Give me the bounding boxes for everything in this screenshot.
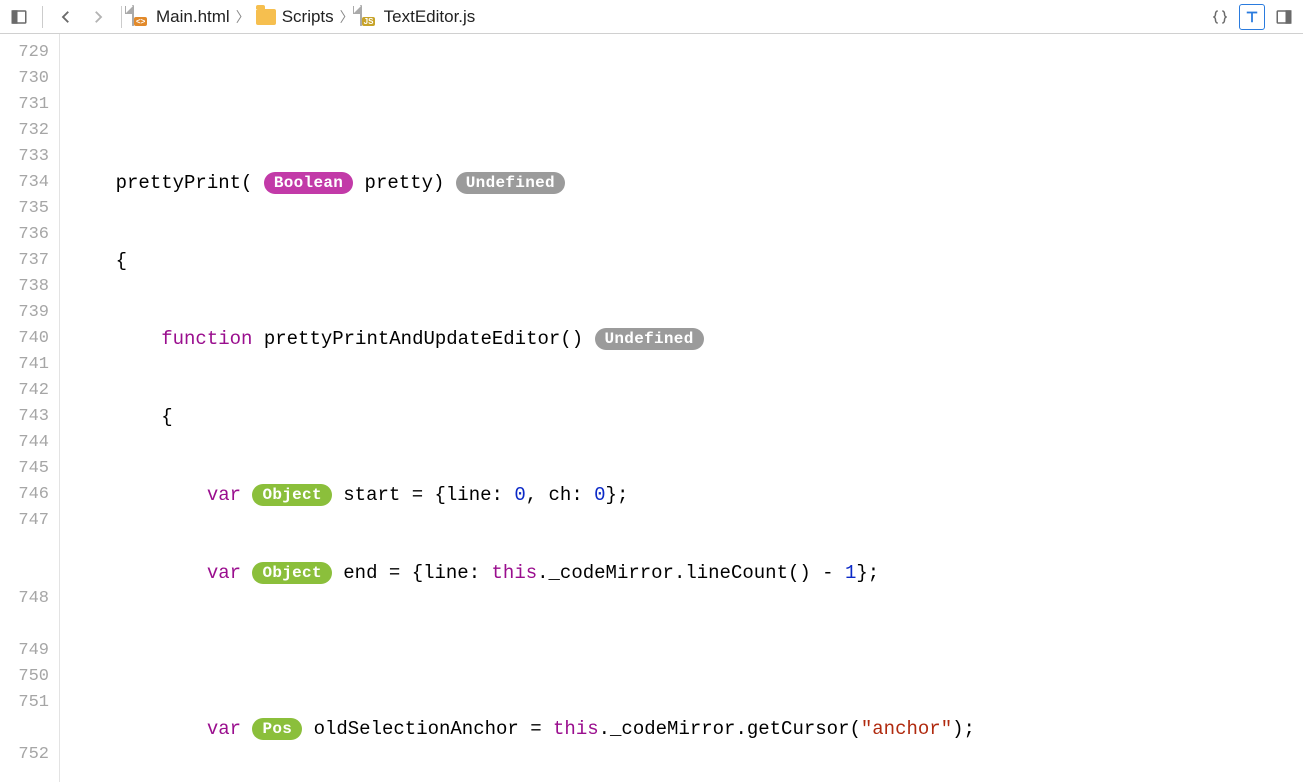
chevron-right-icon: 〉 [236, 7, 250, 27]
breadcrumb-label: Main.html [156, 7, 230, 27]
forward-button[interactable] [85, 4, 111, 30]
type-pill-undefined[interactable]: Undefined [595, 328, 704, 350]
type-pill-pos[interactable]: Pos [252, 718, 302, 740]
separator [42, 6, 43, 28]
left-panel-toggle-icon[interactable] [6, 4, 32, 30]
code-editor[interactable]: 729730731 732733734 735736737 738739740 … [0, 34, 1303, 782]
breadcrumb-label: Scripts [282, 7, 334, 27]
type-pill-boolean[interactable]: Boolean [264, 172, 353, 194]
type-profiler-toggle[interactable] [1239, 4, 1265, 30]
breadcrumb-item-main[interactable]: <> Main.html [132, 6, 230, 28]
pretty-print-toggle[interactable] [1207, 4, 1233, 30]
code-area[interactable]: prettyPrint( Boolean pretty) Undefined {… [60, 34, 1303, 782]
breadcrumb-item-file[interactable]: JS TextEditor.js [360, 6, 476, 28]
type-pill-undefined[interactable]: Undefined [456, 172, 565, 194]
js-file-icon: JS [360, 6, 378, 28]
toolbar: <> Main.html 〉 Scripts 〉 JS TextEditor.j… [0, 0, 1303, 34]
breadcrumb-item-scripts[interactable]: Scripts [256, 7, 334, 27]
breadcrumb-label: TextEditor.js [384, 7, 476, 27]
chevron-right-icon: 〉 [340, 7, 354, 27]
back-button[interactable] [53, 4, 79, 30]
folder-icon [256, 9, 276, 25]
separator [121, 6, 122, 28]
html-file-icon: <> [132, 6, 150, 28]
breadcrumb: <> Main.html 〉 Scripts 〉 JS TextEditor.j… [132, 6, 475, 28]
right-panel-toggle-icon[interactable] [1271, 4, 1297, 30]
type-pill-object[interactable]: Object [252, 484, 331, 506]
type-pill-object[interactable]: Object [252, 562, 331, 584]
line-gutter: 729730731 732733734 735736737 738739740 … [0, 34, 60, 782]
